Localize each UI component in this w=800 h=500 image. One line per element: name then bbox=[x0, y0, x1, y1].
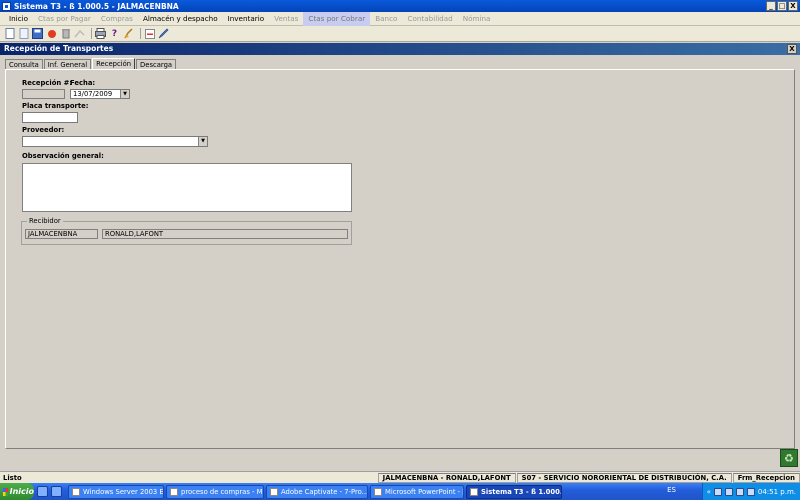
menu-almacen-despacho[interactable]: Almacén y despacho bbox=[138, 12, 223, 26]
fecha-label: Fecha: bbox=[70, 79, 96, 87]
status-text: Listo bbox=[3, 473, 22, 482]
status-company: S07 - SERVICIO NORORIENTAL DE DISTRIBUCI… bbox=[516, 472, 732, 483]
placa-transporte-input[interactable] bbox=[22, 112, 78, 123]
broom-icon[interactable] bbox=[123, 28, 134, 39]
recibidor-code-field: JALMACENBNA bbox=[25, 229, 98, 239]
minus-icon[interactable] bbox=[144, 28, 155, 39]
fecha-field[interactable]: 13/07/2009 ▼ bbox=[70, 89, 130, 99]
recepcion-panel: Recepción #: Fecha: 13/07/2009 ▼ Placa t… bbox=[5, 69, 795, 449]
recibidor-name-field: RONALD,LAFONT bbox=[102, 229, 348, 239]
window-icon bbox=[72, 487, 80, 496]
security-icon[interactable] bbox=[746, 487, 755, 496]
recepcion-label: Recepción #: bbox=[22, 79, 72, 87]
pencil-icon[interactable] bbox=[158, 28, 169, 39]
window-titlebar[interactable]: Sistema T3 - ß 1.000.5 - JALMACENBNA _ □… bbox=[0, 0, 800, 12]
tab-descarga[interactable]: Descarga bbox=[136, 59, 177, 69]
child-window: Recepción de Transportes X Consulta Inf.… bbox=[0, 43, 800, 455]
observacion-label: Observación general: bbox=[22, 152, 104, 160]
status-form: Frm_Recepcion bbox=[732, 472, 800, 483]
windows-flag-icon bbox=[3, 487, 8, 496]
network-icon[interactable] bbox=[713, 487, 722, 496]
task-label: proceso de compras - Mi... bbox=[181, 487, 264, 496]
task-label: Sistema T3 - ß 1.000.... bbox=[481, 487, 562, 496]
child-close-button[interactable]: X bbox=[787, 44, 797, 54]
help-icon[interactable]: ? bbox=[109, 28, 120, 39]
placa-label: Placa transporte: bbox=[22, 102, 89, 110]
app-icon bbox=[2, 1, 11, 11]
taskbar: Inicio Windows Server 2003 En... proceso… bbox=[0, 483, 800, 500]
language-indicator[interactable]: ES bbox=[667, 486, 676, 494]
tab-recepcion[interactable]: Recepción bbox=[92, 58, 136, 69]
menu-compras[interactable]: Compras bbox=[96, 12, 138, 26]
status-bar: Listo JALMACENBNA - RONALD,LAFONT S07 - … bbox=[0, 471, 800, 483]
tab-consulta[interactable]: Consulta bbox=[5, 59, 43, 69]
tab-inf-general[interactable]: Inf. General bbox=[43, 59, 92, 69]
task-sistema-t3[interactable]: Sistema T3 - ß 1.000.... bbox=[466, 484, 562, 499]
volume-icon[interactable] bbox=[724, 487, 733, 496]
fecha-value: 13/07/2009 bbox=[73, 90, 113, 98]
fecha-dropdown-icon[interactable]: ▼ bbox=[120, 90, 129, 98]
menu-nomina[interactable]: Nómina bbox=[458, 12, 496, 26]
delete-icon[interactable] bbox=[60, 28, 71, 39]
system-tray: « 04:51 p.m. bbox=[701, 483, 800, 500]
open-icon[interactable] bbox=[18, 28, 29, 39]
toolbar: ? bbox=[0, 26, 800, 42]
recibidor-group: Recibidor JALMACENBNA RONALD,LAFONT bbox=[21, 217, 352, 245]
captivate-icon bbox=[270, 487, 278, 496]
minimize-button[interactable]: _ bbox=[766, 1, 776, 11]
menu-inventario[interactable]: Inventario bbox=[223, 12, 269, 26]
recibidor-title: Recibidor bbox=[27, 217, 63, 225]
proveedor-dropdown-icon[interactable]: ▼ bbox=[198, 137, 207, 146]
task-proceso-compras[interactable]: proceso de compras - Mi... bbox=[166, 484, 264, 499]
close-button[interactable]: X bbox=[788, 1, 798, 11]
task-windows-server[interactable]: Windows Server 2003 En... bbox=[68, 484, 164, 499]
child-title-text: Recepción de Transportes bbox=[4, 44, 114, 53]
task-label: Microsoft PowerPoint - [... bbox=[385, 487, 464, 496]
tab-strip: Consulta Inf. General Recepción Descarga bbox=[5, 58, 177, 69]
menu-ventas[interactable]: Ventas bbox=[269, 12, 303, 26]
task-powerpoint[interactable]: Microsoft PowerPoint - [... bbox=[370, 484, 464, 499]
recepcion-number-field bbox=[22, 89, 65, 99]
word-icon bbox=[170, 487, 178, 496]
menu-ctas-por-pagar[interactable]: Ctas por Pagar bbox=[33, 12, 96, 26]
start-button[interactable]: Inicio bbox=[0, 483, 34, 500]
toolbar-separator bbox=[140, 28, 141, 39]
menu-bar: Inicio Ctas por Pagar Compras Almacén y … bbox=[0, 11, 800, 26]
menu-ctas-por-cobrar[interactable]: Ctas por Cobrar bbox=[303, 11, 371, 26]
window-controls: _ □ X bbox=[766, 1, 798, 11]
child-window-title: Recepción de Transportes X bbox=[0, 43, 800, 55]
new-icon[interactable] bbox=[4, 28, 15, 39]
antivirus-icon[interactable] bbox=[735, 487, 744, 496]
tray-expand-icon[interactable]: « bbox=[707, 488, 711, 496]
observacion-textarea[interactable] bbox=[22, 163, 352, 212]
menu-banco[interactable]: Banco bbox=[370, 12, 402, 26]
export-icon[interactable] bbox=[74, 28, 85, 39]
save-icon[interactable] bbox=[32, 28, 43, 39]
status-user: JALMACENBNA - RONALD,LAFONT bbox=[377, 472, 516, 483]
menu-inicio[interactable]: Inicio bbox=[4, 12, 33, 26]
task-adobe-captivate[interactable]: Adobe Captivate - 7-Pro... bbox=[266, 484, 368, 499]
start-label: Inicio bbox=[9, 487, 34, 496]
clock[interactable]: 04:51 p.m. bbox=[758, 488, 796, 496]
record-icon[interactable] bbox=[46, 28, 57, 39]
task-label: Windows Server 2003 En... bbox=[83, 487, 164, 496]
maximize-button[interactable]: □ bbox=[777, 1, 787, 11]
toolbar-separator bbox=[91, 28, 92, 39]
show-desktop-icon[interactable] bbox=[37, 486, 48, 497]
recycle-icon[interactable]: ♻ bbox=[780, 449, 798, 467]
window-title: Sistema T3 - ß 1.000.5 - JALMACENBNA bbox=[14, 1, 179, 11]
proveedor-label: Proveedor: bbox=[22, 126, 65, 134]
powerpoint-icon bbox=[374, 487, 382, 496]
print-icon[interactable] bbox=[95, 28, 106, 39]
task-label: Adobe Captivate - 7-Pro... bbox=[281, 487, 368, 496]
internet-explorer-icon[interactable] bbox=[51, 486, 62, 497]
proveedor-combo[interactable]: ▼ bbox=[22, 136, 208, 147]
quick-launch bbox=[37, 486, 62, 497]
menu-contabilidad[interactable]: Contabilidad bbox=[402, 12, 457, 26]
app-icon bbox=[470, 487, 478, 496]
